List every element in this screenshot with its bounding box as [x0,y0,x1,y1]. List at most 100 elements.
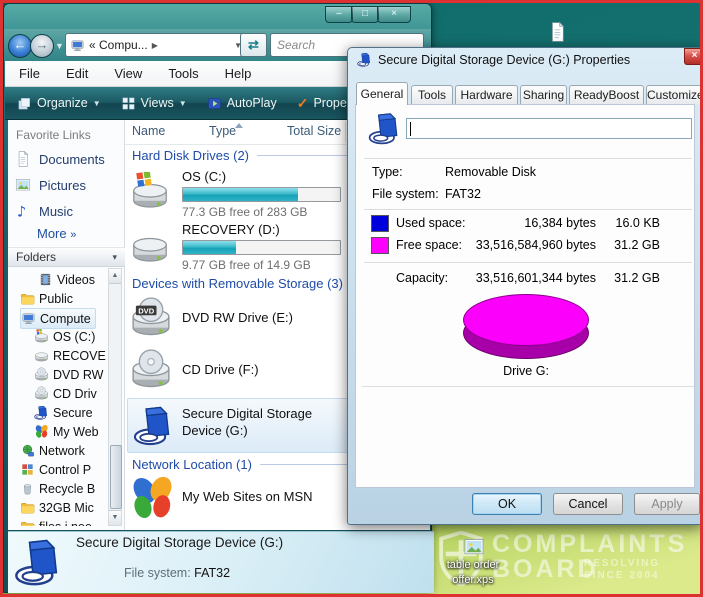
views-button[interactable]: Views▼ [121,96,187,111]
close-button[interactable]: × [377,6,411,23]
sidebar-item-pictures[interactable]: Pictures [14,176,86,194]
tree-scrollbar[interactable]: ▲ ▼ [108,268,122,526]
msn-butterfly-icon[interactable] [128,474,176,522]
autoplay-label: AutoPlay [227,96,277,110]
menu-edit[interactable]: Edit [66,66,88,81]
drive-name-input[interactable] [406,118,692,139]
dvd-drive-name[interactable]: DVD RW Drive (E:) [182,310,293,325]
sd-card-name[interactable]: Secure Digital Storage Device (G:) [182,405,344,439]
tree-item-videos[interactable]: Videos [38,270,95,289]
desktop-xps-file[interactable]: table order offer.xps [444,535,502,593]
used-space-size: 16.0 KB [608,216,660,230]
forward-button[interactable]: → [30,34,54,58]
folder-tree: Videos Public Compute OS (C:) RECOVE DVD… [8,268,108,526]
tab-general[interactable]: General [356,82,408,105]
folders-bar[interactable]: Folders ▾ [8,247,125,267]
os-drive-icon[interactable] [129,172,171,212]
refresh-button[interactable]: ⇄ [240,33,267,57]
column-separator[interactable] [345,122,346,142]
scroll-up-icon[interactable]: ▲ [109,269,121,284]
back-button[interactable]: ← [8,34,32,58]
group-title: Network Location (1) [132,457,252,472]
dvd-drive-icon [34,367,49,382]
tree-item-recycle-bin[interactable]: Recycle B [20,479,95,498]
tree-item-secure-digital[interactable]: Secure [34,403,93,422]
organize-button[interactable]: Organize▼ [17,96,101,111]
column-total-size[interactable]: Total Size [287,124,341,138]
tab-sharing[interactable]: Sharing [520,85,567,105]
cd-drive-icon[interactable] [128,348,174,392]
tree-item-files[interactable]: files i nee [20,517,92,526]
scrollbar-thumb[interactable] [110,445,122,509]
apply-button[interactable]: Apply [634,493,700,515]
msn-butterfly-icon [34,424,49,439]
tree-item-network[interactable]: Network [20,441,85,460]
dialog-close-button[interactable]: × [684,48,703,65]
tree-label: CD Driv [53,387,97,401]
pie-chart-free-space [463,294,589,346]
menu-view[interactable]: View [114,66,142,81]
dvd-drive-icon[interactable] [128,296,174,340]
tree-item-control-panel[interactable]: Control P [20,460,91,479]
used-space-swatch [371,215,389,232]
address-bar[interactable]: « Compu... ▶ ▼ [65,33,247,57]
msn-site-name[interactable]: My Web Sites on MSN [182,489,313,504]
maximize-button[interactable]: □ [351,6,379,23]
minimize-button[interactable]: – [325,6,353,23]
group-hard-disk-drives[interactable]: Hard Disk Drives (2) [132,148,347,163]
menu-file[interactable]: File [19,66,40,81]
breadcrumb-arrow-icon[interactable]: ▶ [152,41,158,50]
music-icon [14,202,32,220]
cancel-button[interactable]: Cancel [553,493,623,515]
tab-customize[interactable]: Customize [646,85,702,105]
recovery-drive-icon[interactable] [129,226,171,266]
ok-button[interactable]: OK [472,493,542,515]
more-label: More [37,226,67,241]
sidebar-item-music[interactable]: Music [14,202,73,220]
column-type[interactable]: Type [209,124,236,138]
folders-label: Folders [16,250,56,264]
cd-drive-name[interactable]: CD Drive (F:) [182,362,259,377]
tab-readyboost[interactable]: ReadyBoost [569,85,644,105]
tree-item-dvd-rw[interactable]: DVD RW [34,365,103,384]
documents-icon [14,150,32,168]
sd-card-icon[interactable] [133,401,175,449]
tree-item-computer[interactable]: Compute [20,308,96,329]
autoplay-button[interactable]: AutoPlay [207,96,277,111]
menu-tools[interactable]: Tools [168,66,198,81]
tab-tools[interactable]: Tools [411,85,453,105]
folder-icon [20,500,35,515]
os-drive-name[interactable]: OS (C:) [182,169,226,184]
group-removable-storage[interactable]: Devices with Removable Storage (3) [132,276,347,291]
group-network-location[interactable]: Network Location (1) [132,457,347,472]
desktop-document-icon[interactable] [546,19,569,45]
tree-item-public[interactable]: Public [20,289,73,308]
tree-item-32gb[interactable]: 32GB Mic [20,498,94,517]
group-rule [257,155,347,156]
sidebar-item-documents[interactable]: Documents [14,150,105,168]
tree-label: 32GB Mic [39,501,94,515]
folder-icon [20,291,35,306]
tree-item-os-c[interactable]: OS (C:) [34,327,95,346]
group-title: Devices with Removable Storage (3) [132,276,343,291]
folders-chevron-icon: ▾ [112,252,117,263]
tab-hardware[interactable]: Hardware [455,85,518,105]
tree-item-recovery[interactable]: RECOVE [34,346,106,365]
tree-item-my-web[interactable]: My Web [34,422,99,441]
recovery-drive-name[interactable]: RECOVERY (D:) [182,222,280,237]
os-capacity-fill [183,188,298,201]
drive-windows-icon [34,329,49,344]
recent-pages-chevron-icon[interactable]: ▼ [55,41,64,51]
tree-item-cd-drive[interactable]: CD Driv [34,384,97,403]
cd-drive-icon [34,386,49,401]
sidebar-more-link[interactable]: More » [37,226,76,241]
scroll-down-icon[interactable]: ▼ [109,510,121,525]
tree-label: Compute [40,312,91,326]
file-system-label: File system: [372,187,439,201]
watermark-sub1: RESOLVING [584,558,660,569]
separator [364,262,692,264]
menu-help[interactable]: Help [225,66,252,81]
videos-icon [38,272,53,287]
column-name[interactable]: Name [132,124,165,138]
organize-icon [17,96,32,111]
